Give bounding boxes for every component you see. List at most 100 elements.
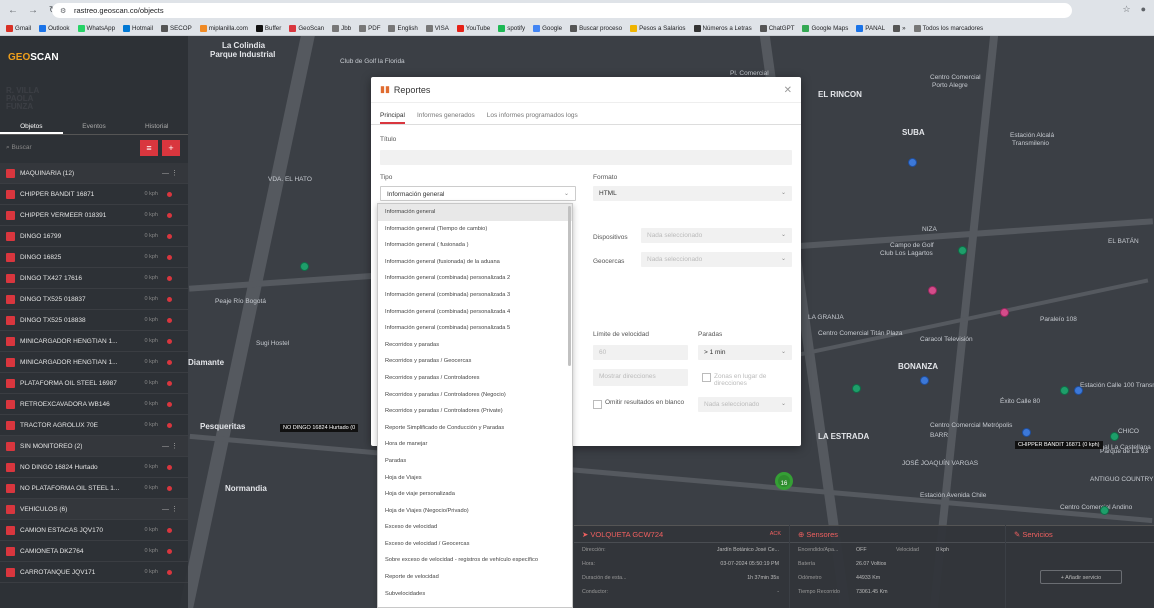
bookmark-item[interactable]: PANAL [856,25,885,32]
row-checkbox[interactable] [6,189,15,199]
row-checkbox[interactable] [6,168,15,178]
group-row[interactable]: MAQUINARIA (12) — ⋮ [0,163,188,184]
bookmark-item[interactable]: English [388,25,418,32]
add-service-button[interactable]: + Añadir servicio [1040,570,1122,584]
dropdown-option[interactable]: Información general [378,204,572,221]
bookmark-item[interactable]: YouTube [456,25,490,32]
dropdown-option[interactable]: Reporte Simplificado de Conducción y Par… [378,420,572,437]
object-row[interactable]: RETROEXCAVADORA WB146 0 kph [0,394,188,415]
row-checkbox[interactable] [6,441,15,451]
filter-button[interactable]: ≡ [140,140,158,156]
object-row[interactable]: CHIPPER VERMEER 018391 0 kph [0,205,188,226]
row-checkbox[interactable] [6,399,15,409]
dropdown-option[interactable]: Exceso de velocidad [378,519,572,536]
bookmark-item[interactable]: miplanilla.com [199,25,248,32]
row-checkbox[interactable] [6,273,15,283]
geoscan-logo[interactable]: GEOSCAN [8,52,59,63]
dropdown-option[interactable]: Sobre exceso de velocidad - registros de… [378,552,572,569]
tab-informes-programados[interactable]: Los informes programados logs [487,107,578,124]
dispositivos-select[interactable]: Nada seleccionado ⌄ [641,228,792,243]
mostrar-direcciones-toggle[interactable]: Mostrar direcciones [593,369,688,386]
map-poi-icon[interactable] [1000,308,1009,317]
dropdown-option[interactable]: Información general (Tiempo de cambio) [378,221,572,238]
group-row[interactable]: SIN MONITOREO (2) — ⋮ [0,436,188,457]
bookmark-item[interactable]: GeoScan [289,25,324,32]
dropdown-option[interactable]: Información general ( fusionada ) [378,237,572,254]
map-poi-icon[interactable] [300,262,309,271]
bookmark-item[interactable]: Buffer [255,25,281,32]
bookmark-item[interactable]: Outlook [39,25,70,32]
group-row[interactable]: VEHÍCULOS (6) — ⋮ [0,499,188,520]
map-poi-icon[interactable] [908,158,917,167]
map-poi-icon[interactable] [1060,386,1069,395]
tipo-select[interactable]: Información general ⌄ [380,186,576,201]
dropdown-option[interactable]: Hoja de Viajes (Negocio/Privado) [378,503,572,520]
bookmark-item[interactable]: Google [533,25,562,32]
object-row[interactable]: CAMIONETA DKZ764 0 kph [0,541,188,562]
bookmark-item[interactable]: Gmail [6,25,31,32]
dropdown-scrollbar[interactable] [568,206,571,366]
tab-informes-generados[interactable]: Informes generados [417,107,475,124]
object-row[interactable]: PLATAFORMA OIL STEEL 16987 0 kph [0,373,188,394]
map-vehicle-label[interactable]: CHIPPER BANDIT 16871 (0 kph) [1015,441,1103,449]
dropdown-option[interactable]: Información general (combinada) personal… [378,304,572,321]
row-checkbox[interactable] [6,462,15,472]
tab-principal[interactable]: Principal [380,107,405,124]
bookmark-item[interactable]: » [893,25,906,32]
bookmark-item[interactable]: VISA [425,25,449,32]
row-checkbox[interactable] [6,252,15,262]
object-row[interactable]: NO PLATAFORMA OIL STEEL 1... 0 kph [0,478,188,499]
bookmark-item[interactable]: Números a Letras [693,25,752,32]
bookmark-item[interactable]: Hotmail [123,25,153,32]
forward-icon[interactable]: → [26,4,40,18]
formato-select[interactable]: HTML ⌄ [593,186,792,201]
ack-badge[interactable]: ACK [770,526,781,543]
row-checkbox[interactable] [6,420,15,430]
bookmark-item[interactable]: Buscar proceso [570,25,622,32]
row-checkbox[interactable] [6,546,15,556]
bookmark-star-icon[interactable]: ☆ [1122,4,1130,15]
dropdown-option[interactable]: Información general (fusionada) de la ad… [378,254,572,271]
titulo-input[interactable] [380,150,792,165]
extension-icon[interactable]: ● [1141,4,1146,15]
row-checkbox[interactable] [6,378,15,388]
object-row[interactable]: NO DINGO 16824 Hurtado 0 kph [0,457,188,478]
dropdown-option[interactable]: Hora de manejar [378,436,572,453]
dropdown-option[interactable]: Recorridos y paradas / Controladores (Ne… [378,387,572,404]
row-checkbox[interactable] [6,231,15,241]
object-row[interactable]: CHIPPER BANDIT 16871 0 kph [0,184,188,205]
row-checkbox[interactable] [6,315,15,325]
map-cluster-marker[interactable]: 16 [775,472,793,490]
object-row[interactable]: DINGO TX525 018837 0 kph [0,289,188,310]
dropdown-option[interactable]: Información general (combinada) personal… [378,320,572,337]
dropdown-option[interactable]: Hoja de viaje personalizada [378,486,572,503]
dropdown-option[interactable]: Recorridos y paradas / Controladores (Pr… [378,403,572,420]
map-poi-icon[interactable] [1100,506,1109,515]
dropdown-option[interactable]: Geocercas [378,602,572,607]
row-checkbox[interactable] [6,483,15,493]
dropdown-option[interactable]: Información general (combinada) personal… [378,270,572,287]
bookmark-item[interactable]: spotify [498,25,525,32]
row-checkbox[interactable] [6,504,15,514]
row-checkbox[interactable] [6,567,15,577]
bookmark-item[interactable]: Pesos a Salarios [630,25,686,32]
group-menu-icon[interactable]: — ⋮ [162,442,178,450]
bookmark-item[interactable]: WhatsApp [77,25,115,32]
tab-eventos[interactable]: Eventos [63,118,126,134]
object-row[interactable]: DINGO 16825 0 kph [0,247,188,268]
map-poi-icon[interactable] [1074,386,1083,395]
bookmark-item[interactable]: SECOP [161,25,192,32]
group-menu-icon[interactable]: — ⋮ [162,169,178,177]
map-poi-icon[interactable] [1110,432,1119,441]
row-checkbox[interactable] [6,210,15,220]
map-poi-icon[interactable] [920,376,929,385]
bookmark-item[interactable]: PDF [359,25,380,32]
dropdown-option[interactable]: Reporte de velocidad [378,569,572,586]
tab-historial[interactable]: Historial [125,118,188,134]
object-row[interactable]: DINGO TX427 17616 0 kph [0,268,188,289]
object-row[interactable]: DINGO 16799 0 kph [0,226,188,247]
object-row[interactable]: MINICARGADOR HENGTIAN 1... 0 kph [0,352,188,373]
dropdown-option[interactable]: Hoja de Viajes [378,470,572,487]
dropdown-option[interactable]: Exceso de velocidad / Geocercas [378,536,572,553]
object-row[interactable]: CAMIÓN ESTACAS JQV170 0 kph [0,520,188,541]
